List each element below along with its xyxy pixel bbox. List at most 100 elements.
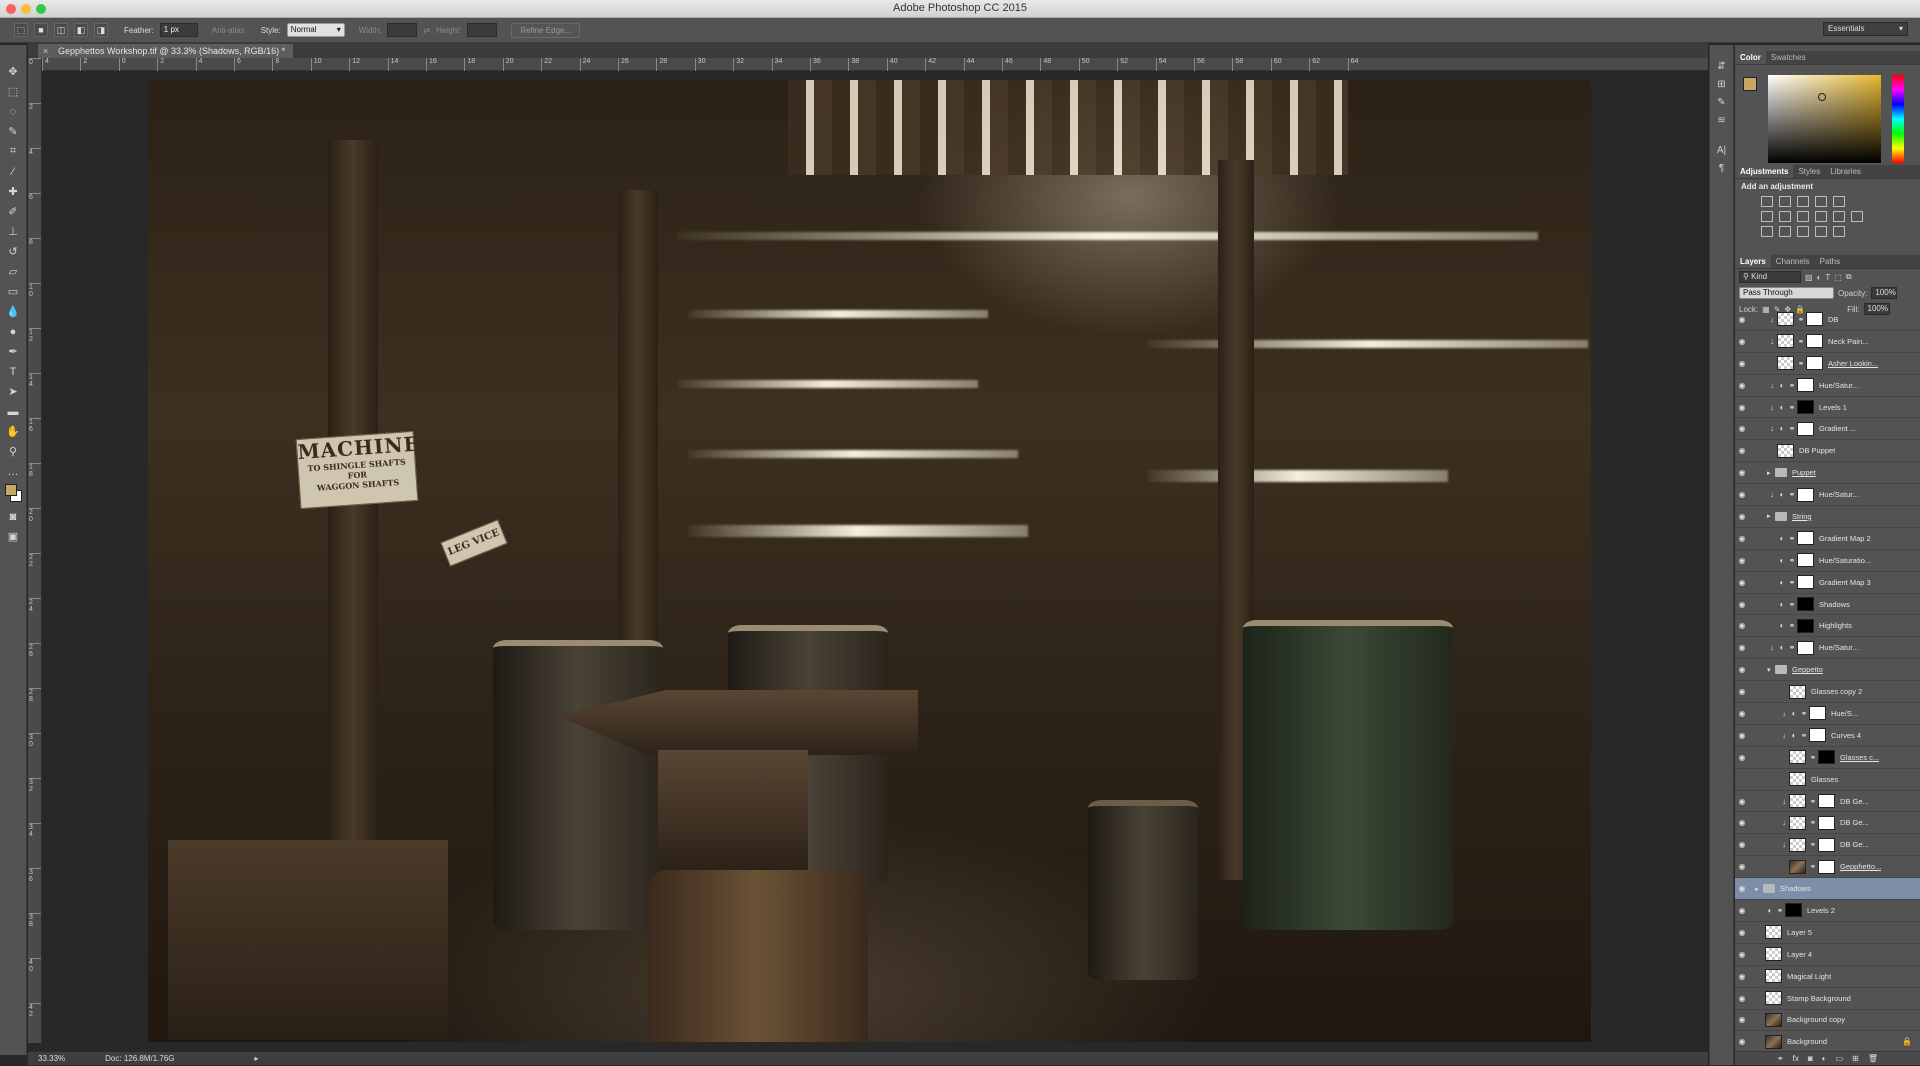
layer-thumbnail[interactable] <box>1797 421 1814 436</box>
layer-row[interactable]: ◉ ⚭ Glasses c... <box>1735 747 1920 769</box>
eyedropper-tool-icon[interactable]: ⁄ <box>4 163 22 180</box>
layer-row[interactable]: ◉ Background copy <box>1735 1010 1920 1032</box>
height-input[interactable] <box>467 23 498 37</box>
layer-thumbnail[interactable] <box>1765 969 1782 984</box>
layer-thumbnail[interactable] <box>1777 356 1794 371</box>
tab-paths[interactable]: Paths <box>1815 255 1845 268</box>
pen-tool-icon[interactable]: ✒ <box>4 343 22 360</box>
type-tool-icon[interactable]: T <box>4 363 22 380</box>
link-icon[interactable]: ⚭ <box>1787 403 1797 412</box>
layer-thumbnail[interactable] <box>1789 794 1806 809</box>
layer-thumbnail[interactable] <box>1777 443 1794 458</box>
document-image[interactable]: MACHINE TO SHINGLE SHAFTS FOR WAGGON SHA… <box>148 80 1591 1042</box>
layer-thumbnail[interactable] <box>1809 706 1826 721</box>
layer-thumbnail[interactable] <box>1809 728 1826 743</box>
foreground-color-swatch[interactable] <box>5 484 17 496</box>
layer-row[interactable]: ◉ Layer 4 <box>1735 944 1920 966</box>
link-icon[interactable]: ⚭ <box>1796 315 1806 324</box>
tab-styles[interactable]: Styles <box>1793 165 1825 178</box>
layer-name[interactable]: Hue/Satur... <box>1819 643 1859 652</box>
layer-name[interactable]: Geppetto <box>1792 665 1823 674</box>
chevron-right-icon[interactable]: ▸ <box>1755 885 1763 893</box>
layer-mask-thumbnail[interactable] <box>1806 312 1823 327</box>
visibility-eye-icon[interactable]: ◉ <box>1735 578 1749 587</box>
layer-name[interactable]: Layer 5 <box>1787 928 1812 937</box>
brush-tool-icon[interactable]: ✐ <box>4 203 22 220</box>
photo-filter-icon[interactable] <box>1815 211 1827 222</box>
visibility-eye-icon[interactable]: ◉ <box>1735 709 1749 718</box>
link-icon[interactable]: ⚭ <box>1775 906 1785 915</box>
visibility-eye-icon[interactable]: ◉ <box>1735 1037 1749 1046</box>
layer-row[interactable]: ◉ ⚭ Gepphetto... <box>1735 856 1920 879</box>
chevron-down-icon[interactable]: ▾ <box>1767 666 1775 674</box>
link-icon[interactable]: ⚭ <box>1796 359 1806 368</box>
visibility-eye-icon[interactable]: ◉ <box>1735 403 1749 412</box>
layer-name[interactable]: Gradient Map 3 <box>1819 578 1871 587</box>
trash-icon[interactable]: 🗑 <box>1868 1052 1878 1065</box>
layer-name[interactable]: Curves 4 <box>1831 731 1861 740</box>
layer-name[interactable]: DB Ge... <box>1840 797 1869 806</box>
chevron-right-icon[interactable]: ▸ <box>1767 469 1775 477</box>
brush-presets-icon[interactable]: ✎ <box>1714 97 1730 111</box>
filter-shape-icon[interactable]: ⬚ <box>1834 273 1842 282</box>
layer-name[interactable]: DB <box>1828 315 1838 324</box>
zoom-level[interactable]: 33.33% <box>38 1054 65 1063</box>
selective-color-icon[interactable] <box>1833 226 1845 237</box>
layer-row[interactable]: ◉ ↓ ◐ ⚭ Levels 1 <box>1735 397 1920 419</box>
new-group-icon[interactable]: ▭ <box>1836 1052 1844 1065</box>
threshold-icon[interactable] <box>1797 226 1809 237</box>
color-picker-field[interactable] <box>1768 75 1881 163</box>
blend-mode-select[interactable]: Pass Through <box>1739 287 1834 299</box>
layer-row[interactable]: ◉ ↓ ◐ ⚭ Curves 4 <box>1735 725 1920 747</box>
antialias-checkbox-label[interactable]: Anti-alias <box>212 26 245 35</box>
layer-name[interactable]: Hue/Satur... <box>1819 490 1859 499</box>
layer-group-row[interactable]: ◉ ▸ Shadows <box>1735 878 1920 901</box>
document-tab[interactable]: × Gepphettos Workshop.tif @ 33.3% (Shado… <box>38 44 294 58</box>
layer-name[interactable]: DB Puppet <box>1799 446 1835 455</box>
layer-row[interactable]: ◉ ⚭ Asher Lookin... <box>1735 353 1920 375</box>
layer-thumbnail[interactable] <box>1797 400 1814 414</box>
visibility-eye-icon[interactable]: ◉ <box>1735 600 1749 609</box>
layer-row[interactable]: ◉ ↓ ⚭ DB Ge... <box>1735 834 1920 857</box>
visibility-eye-icon[interactable]: ◉ <box>1735 468 1749 477</box>
visibility-eye-icon[interactable]: ◉ <box>1735 731 1749 740</box>
layer-name[interactable]: Gradient Map 2 <box>1819 534 1871 543</box>
invert-icon[interactable] <box>1761 226 1773 237</box>
layer-row[interactable]: ◉ ↓ ◐ ⚭ Hue/Satur... <box>1735 484 1920 507</box>
layer-row[interactable]: ◉ ◐ ⚭ Gradient Map 2 <box>1735 528 1920 550</box>
layer-thumbnail[interactable] <box>1797 378 1814 393</box>
visibility-eye-icon[interactable]: ◉ <box>1735 862 1749 871</box>
layer-name[interactable]: Levels 2 <box>1807 906 1835 915</box>
path-select-tool-icon[interactable]: ➤ <box>4 383 22 400</box>
link-icon[interactable]: ⚭ <box>1787 534 1797 543</box>
edit-toolbar-icon[interactable]: … <box>4 463 22 480</box>
layer-row[interactable]: ◉ Stamp Background <box>1735 988 1920 1010</box>
visibility-eye-icon[interactable]: ◉ <box>1735 1015 1749 1024</box>
layer-mask-thumbnail[interactable] <box>1818 750 1835 765</box>
layer-row[interactable]: ◉ ◐ ⚭ Highlights <box>1735 615 1920 638</box>
link-icon[interactable]: ⚭ <box>1787 643 1797 652</box>
clone-stamp-tool-icon[interactable]: ⊥ <box>4 223 22 240</box>
canvas-area[interactable]: MACHINE TO SHINGLE SHAFTS FOR WAGGON SHA… <box>43 72 1708 1043</box>
layer-name[interactable]: Background <box>1787 1037 1827 1046</box>
chevron-right-icon[interactable]: ▸ <box>1767 512 1775 520</box>
layer-row[interactable]: ◉ ↓ ⚭ DB <box>1735 309 1920 331</box>
layer-row[interactable]: ◉ ↓ ⚭ Neck Pain... <box>1735 331 1920 353</box>
link-icon[interactable]: ⚭ <box>1808 862 1818 871</box>
visibility-eye-icon[interactable]: ◉ <box>1735 556 1749 565</box>
layer-mask-thumbnail[interactable] <box>1818 859 1835 874</box>
layer-row[interactable]: ◉ ◐ ⚭ Gradient Map 3 <box>1735 572 1920 594</box>
gradient-map-icon[interactable] <box>1815 226 1827 237</box>
layer-name[interactable]: Asher Lookin... <box>1828 359 1878 368</box>
visibility-eye-icon[interactable]: ◉ <box>1735 665 1749 674</box>
eraser-tool-icon[interactable]: ▱ <box>4 263 22 280</box>
layer-style-icon[interactable]: fx <box>1793 1052 1799 1065</box>
intersect-selection-icon[interactable]: ◨ <box>94 23 108 37</box>
new-layer-icon[interactable]: ⊞ <box>1852 1052 1859 1065</box>
visibility-eye-icon[interactable]: ◉ <box>1735 972 1749 981</box>
visibility-eye-icon[interactable]: ◉ <box>1735 424 1749 433</box>
workspace-select[interactable]: Essentials ▾ <box>1823 22 1908 36</box>
layer-row[interactable]: ◉ Background 🔒 <box>1735 1031 1920 1054</box>
layer-thumbnail[interactable] <box>1777 334 1794 349</box>
layer-thumbnail[interactable] <box>1765 925 1782 940</box>
